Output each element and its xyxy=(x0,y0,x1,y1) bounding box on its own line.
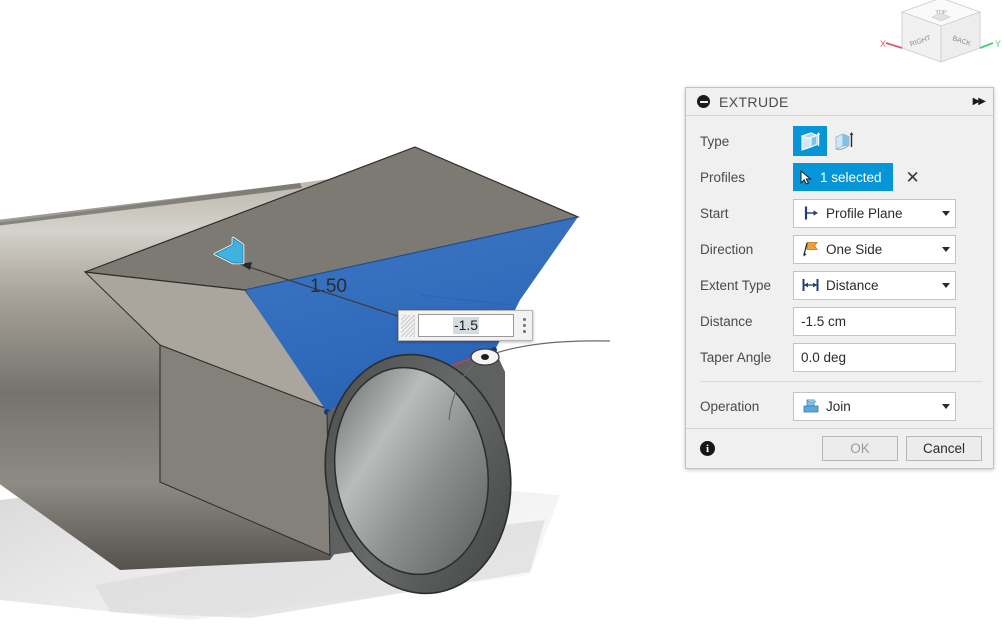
info-icon[interactable]: i xyxy=(700,441,715,456)
type-thin-extrude-button[interactable] xyxy=(827,126,861,156)
row-taper-angle: Taper Angle 0.0 deg xyxy=(686,339,993,375)
axis-x-label: X xyxy=(880,39,886,49)
chevron-down-icon[interactable] xyxy=(937,247,955,252)
row-profiles: Profiles 1 selected ✕ xyxy=(686,159,993,195)
distance-value[interactable]: -1.5 cm xyxy=(794,314,955,329)
minus-circle-icon[interactable] xyxy=(697,95,710,108)
taper-angle-input[interactable]: 0.0 deg xyxy=(793,343,956,372)
label-start: Start xyxy=(700,206,793,221)
ok-button[interactable]: OK xyxy=(822,436,898,461)
profile-plane-icon xyxy=(798,205,824,221)
cursor-arrow-icon xyxy=(800,170,813,185)
direction-dropdown[interactable]: One Side xyxy=(793,235,956,264)
row-extent-type: Extent Type Distance xyxy=(686,267,993,303)
row-type: Type xyxy=(686,123,993,159)
direction-value: One Side xyxy=(824,242,937,257)
start-value: Profile Plane xyxy=(824,206,937,221)
axis-y-label: Y xyxy=(995,39,1001,49)
dimension-input-popup[interactable]: -1.5 xyxy=(398,310,533,341)
label-taper-angle: Taper Angle xyxy=(700,350,793,365)
view-cube[interactable]: TOP RIGHT BACK X Y xyxy=(880,0,1002,74)
drag-handle-manipulator[interactable] xyxy=(471,349,499,365)
profiles-selection-button[interactable]: 1 selected xyxy=(793,163,893,191)
profiles-value: 1 selected xyxy=(820,170,882,185)
row-operation: Operation Join xyxy=(686,388,993,424)
label-distance: Distance xyxy=(700,314,793,329)
row-direction: Direction One Side xyxy=(686,231,993,267)
operation-dropdown[interactable]: Join xyxy=(793,392,956,421)
start-dropdown[interactable]: Profile Plane xyxy=(793,199,956,228)
drag-grip-icon[interactable] xyxy=(401,315,415,337)
chevron-down-icon[interactable] xyxy=(937,211,955,216)
clear-selection-icon[interactable]: ✕ xyxy=(906,169,920,186)
dialog-header[interactable]: EXTRUDE ▶▶ xyxy=(686,88,993,116)
axis-y-line xyxy=(980,43,993,48)
label-profiles: Profiles xyxy=(700,170,793,185)
label-operation: Operation xyxy=(700,399,793,414)
one-side-arrow-icon xyxy=(798,241,824,257)
label-direction: Direction xyxy=(700,242,793,257)
solid-extrude-icon xyxy=(799,130,821,152)
distance-input[interactable]: -1.5 cm xyxy=(793,307,956,336)
taper-angle-value[interactable]: 0.0 deg xyxy=(794,350,955,365)
section-divider xyxy=(700,381,982,382)
row-distance: Distance -1.5 cm xyxy=(686,303,993,339)
label-extent-type: Extent Type xyxy=(700,278,793,293)
dialog-title: EXTRUDE xyxy=(719,94,973,110)
extrude-dialog[interactable]: EXTRUDE ▶▶ Type xyxy=(685,87,994,469)
join-operation-icon xyxy=(798,398,824,414)
distance-measure-icon xyxy=(798,277,824,293)
dimension-input-value[interactable]: -1.5 xyxy=(453,317,479,334)
row-start: Start Profile Plane xyxy=(686,195,993,231)
chevron-down-icon[interactable] xyxy=(937,283,955,288)
dimension-value-label[interactable]: 1.50 xyxy=(310,276,347,297)
type-solid-extrude-button[interactable] xyxy=(793,126,827,156)
axis-x-line xyxy=(886,43,902,48)
extent-type-dropdown[interactable]: Distance xyxy=(793,271,956,300)
label-type: Type xyxy=(700,134,793,149)
operation-value: Join xyxy=(824,399,937,414)
chevron-down-icon[interactable] xyxy=(937,404,955,409)
dialog-body: Type xyxy=(686,116,993,424)
dialog-footer: i OK Cancel xyxy=(686,428,993,468)
more-options-icon[interactable] xyxy=(516,318,532,333)
thin-extrude-icon xyxy=(833,130,855,152)
extent-type-value: Distance xyxy=(824,278,937,293)
dimension-input[interactable]: -1.5 xyxy=(418,314,514,337)
chevron-double-right-icon[interactable]: ▶▶ xyxy=(973,97,984,107)
cancel-button[interactable]: Cancel xyxy=(906,436,982,461)
